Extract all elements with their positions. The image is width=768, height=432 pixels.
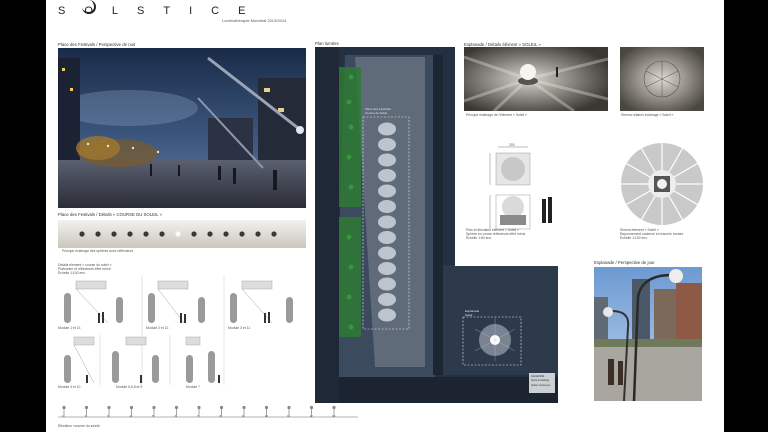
plan-sphere-disc [378,262,396,275]
scale-number: 4 [129,414,132,418]
plan-legend-title: LÉGENDE [531,374,545,378]
scale-number: 11 [287,414,291,418]
night-caption: Place des Festivals / Perspective de nui… [58,42,136,47]
scale-number: 6 [174,414,177,418]
scale-number: 5 [152,414,154,418]
plan-sphere-disc [378,138,396,151]
course-sphere [111,231,117,237]
plan-sphere-disc [378,293,396,306]
course-sphere [159,231,165,237]
ceiling-shape-caption: Shéma relation éclairage « Soleil » [621,113,674,117]
plan-esplanade-label: Esplanade Soleil [465,309,480,318]
elevation-strip: 1 2 3 4 5 6 7 8 9 10 11 12 13 [58,404,358,424]
elevation-lamp [309,405,314,410]
wheel-center-sphere [657,179,667,189]
scale-number: 1 [62,414,64,418]
scale-number: 9 [242,414,244,418]
elevation-lamp [287,405,291,410]
course-sphere [127,231,133,237]
plan-sphere-disc [378,246,396,260]
module-label-4: Module 4 et 10 [58,385,81,389]
soleil-shape-caption: Shéma élément « Soleil » Rayonnement cad… [620,228,684,241]
elevation-lamp [242,405,246,410]
day-caption: Esplanade / Perspective de jour [594,260,655,265]
module-label-5: Module 5,6,8 et 9 [116,385,143,389]
soleil-principle-caption: Principe éclairage de l'élément « Soleil… [466,113,527,117]
course-sphere [239,231,245,237]
course-sphere [95,231,101,237]
course-sphere [255,231,261,237]
course-sphere [191,231,197,237]
scale-number: 12 [309,414,313,418]
module-label-3: Module 3 et 11 [228,326,251,330]
elevation-lamp [84,405,89,410]
plan-sphere-disc [378,153,396,167]
soleil-render-image [464,47,608,111]
course-sphere [143,231,149,237]
plan-caption: Plan lumière [315,41,339,46]
course-sphere [175,231,181,237]
ceiling-render-image [620,47,704,111]
scale-number: 2 [84,414,87,418]
course-sphere [207,231,213,237]
day-perspective-image [594,267,702,401]
plan-elevation-caption: Plan et élévation élément « Soleil » Sph… [466,228,526,241]
sheet-title: SOLSTICE [58,5,265,17]
plan-sphere-disc [378,308,396,322]
element-detail-caption: Détails élément « course du soleil » Pla… [58,263,112,276]
scale-numbers: 1 2 3 4 5 6 7 8 9 10 11 12 13 [58,414,358,419]
scale-number: 10 [264,414,268,418]
plan-sphere-disc [378,169,396,182]
course-sphere [271,231,277,237]
elevation-lamp [264,405,269,410]
elevation-lamp [332,405,336,410]
plan-sphere-disc [378,184,396,198]
module-label-6: Module 7 [186,385,200,389]
elevation-caption: Élévation «course du soleil» [58,424,101,428]
elevation-lamp [152,405,156,410]
presentation-sheet: SOLSTICE Luminothérapie Montréal 2013/20… [46,0,724,432]
course-caption: Place des Festivals / Détails « COURSE D… [58,212,162,217]
soleil-plan-elevation: 200 [486,143,566,241]
plan-sphere-disc [378,200,396,213]
module-label-2: Module 2 et 12 [146,326,169,330]
elevation-lamp [129,405,134,410]
soleil-shape-diagram [620,142,704,226]
night-perspective-image [58,48,306,208]
elevation-lamp [62,405,66,410]
scale-number: 8 [219,414,222,418]
plan-legend-1: Spots d'éclairage [531,379,550,382]
module-label-1: Module 1 et 13 [58,326,81,330]
course-sphere [223,231,229,237]
plan-legend-2: Sphère lumineuse [531,384,551,387]
scale-number: 3 [107,414,109,418]
principle-caption: Principe éclairage des sphères avec réfl… [62,249,134,253]
sheet-subtitle: Luminothérapie Montréal 2013/2014 [222,18,287,23]
scale-number: 7 [197,414,199,418]
plan-place-label: Place des Festivals Course du Soleil [365,107,391,116]
plan-sphere-disc [378,277,396,291]
elevation-lamp [107,405,111,410]
elevation-lamp [219,405,224,410]
course-strip-image [58,220,306,248]
plan-sphere-disc [378,122,396,136]
plan-sphere-disc [378,215,396,229]
plan-sphere-disc [378,231,396,244]
modules-grid: Module 1 et 13 Module 2 et 12 Module 3 e… [58,275,308,393]
elevation-lamp [197,405,201,410]
elevation-lamp [174,405,179,410]
scale-number: 13 [332,414,336,418]
course-sphere [79,231,85,237]
dim-200-label: 200 [509,143,515,147]
